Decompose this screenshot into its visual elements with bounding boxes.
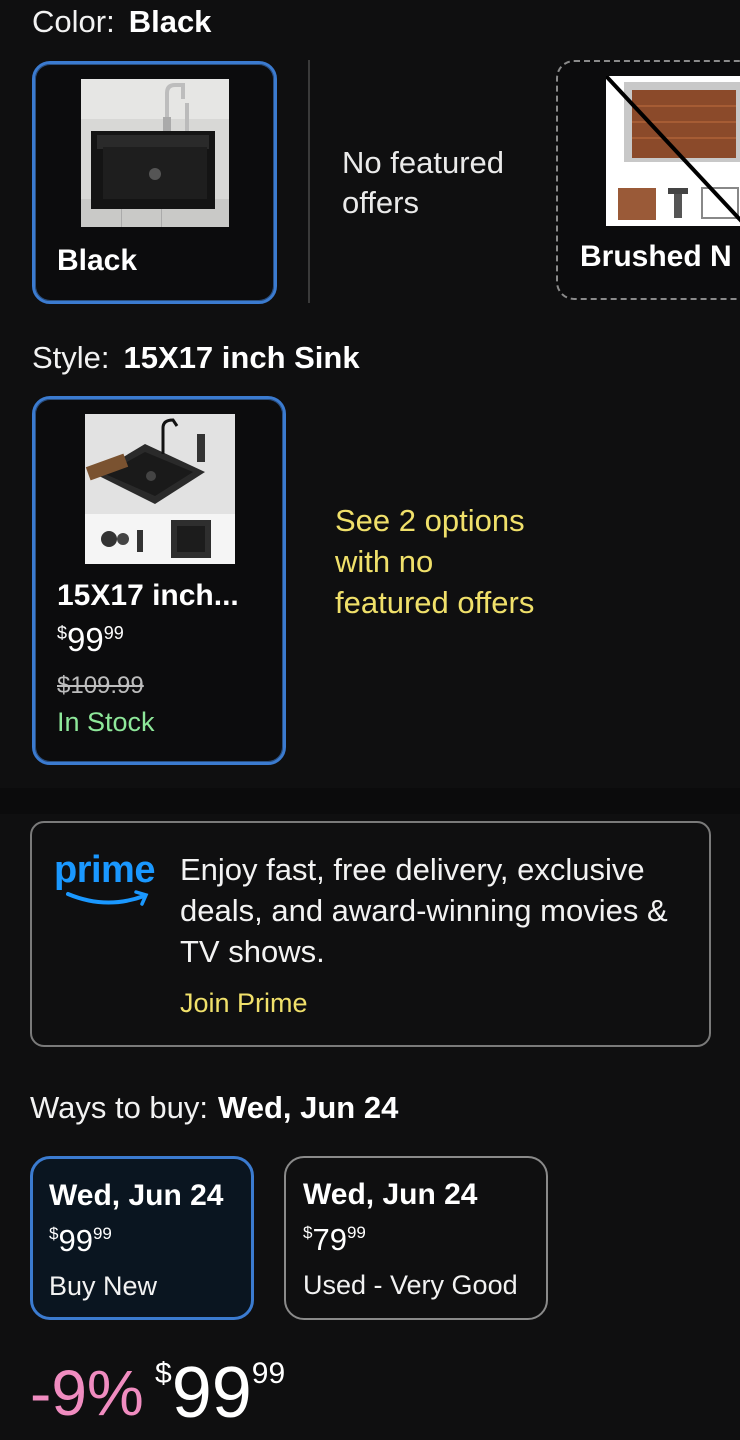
main-price: $9999 [155, 1353, 286, 1433]
buy-option-used-price: $7999 [303, 1222, 366, 1257]
style-selected-value: 15X17 inch Sink [123, 340, 360, 375]
buy-option-new-condition: Buy New [49, 1271, 158, 1301]
buy-option-used-condition: Used - Very Good [303, 1270, 518, 1300]
color-divider [308, 60, 310, 303]
style-option-list-price: $109.99 [57, 672, 144, 699]
ways-to-buy-label: Ways to buy: Wed, Jun 24 [30, 1090, 399, 1125]
color-label: Color: Black [32, 4, 212, 39]
style-option-availability: In Stock [57, 707, 155, 737]
color-option-black[interactable]: Black [32, 61, 277, 304]
style-option-15x17[interactable]: 15X17 inch... $9999 $109.99 In Stock [32, 396, 286, 765]
prime-description: Enjoy fast, free delivery, exclusive dea… [180, 852, 668, 969]
join-prime-link[interactable]: Join Prime [180, 988, 308, 1019]
black-sink-image [81, 79, 229, 227]
style-label: Style: 15X17 inch Sink [32, 340, 360, 375]
color-option-brushed-nickel-label: Brushed N [580, 240, 732, 273]
buy-option-used-date: Wed, Jun 24 [303, 1178, 478, 1211]
prime-logo: prime [54, 849, 155, 908]
buy-option-new-date: Wed, Jun 24 [49, 1179, 224, 1212]
no-featured-offers-text: No featured offers [342, 145, 504, 220]
style-sink-image [85, 414, 235, 564]
buy-option-new[interactable]: Wed, Jun 24 $9999 Buy New [30, 1156, 254, 1320]
color-option-brushed-nickel[interactable]: Brushed N [556, 60, 740, 300]
buy-option-new-price: $9999 [49, 1223, 112, 1258]
style-option-title: 15X17 inch... [57, 579, 239, 612]
section-separator [0, 788, 740, 814]
brushed-nickel-sink-image [606, 76, 740, 226]
prime-promo-box[interactable]: prime Enjoy fast, free delivery, exclusi… [30, 821, 711, 1047]
see-options-link[interactable]: See 2 options with no featured offers [335, 500, 550, 623]
ways-to-buy-date: Wed, Jun 24 [218, 1090, 399, 1125]
style-option-price: $9999 [57, 621, 124, 658]
color-option-black-label: Black [57, 244, 138, 277]
color-selected-value: Black [128, 4, 212, 39]
discount-percentage: -9% [30, 1357, 144, 1429]
buy-option-used[interactable]: Wed, Jun 24 $7999 Used - Very Good [284, 1156, 548, 1320]
